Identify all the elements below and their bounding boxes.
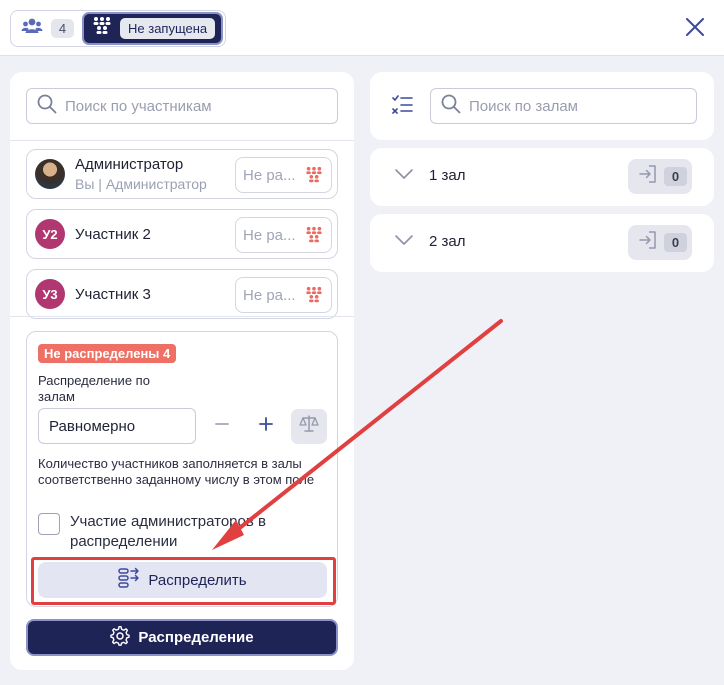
distribution-card: Не распределены 4 Распределение по залам… [26,331,338,607]
participant-role: Вы | Администратор [75,176,207,192]
plus-icon [259,416,273,436]
close-button[interactable] [683,17,707,41]
admins-checkbox-label: Участие администраторов в распределении [70,513,266,550]
search-icon [441,94,461,119]
rooms-search-card [370,72,714,140]
rooms-grid-icon [305,166,323,188]
admins-checkbox[interactable] [38,513,60,535]
avatar: У3 [35,279,65,309]
room-item[interactable]: 1 зал 0 [370,148,714,206]
room-name: 2 зал [429,233,466,250]
participants-count-badge: 4 [51,19,74,38]
participants-search-input[interactable] [65,97,325,115]
distribution-settings-label: Распределение [138,629,254,646]
rooms-grid-icon [92,16,112,41]
header-tab-group: 4 Не запущена [10,10,227,47]
room-item[interactable]: 2 зал 0 [370,214,714,272]
participant-item[interactable]: У3 Участник 3 Не ра... [26,269,338,319]
distribution-mode-label: Распределение по залам [38,373,150,404]
distribute-icon [118,567,140,593]
room-participant-count: 0 [664,233,687,252]
increase-button[interactable] [254,414,278,438]
distribution-settings-button[interactable]: Распределение [26,619,338,656]
room-join-button[interactable]: 0 [628,225,692,260]
room-select-value: Не ра... [243,226,296,244]
chevron-down-icon[interactable] [394,167,414,185]
distribution-mode-select[interactable]: Равномерно [38,408,196,444]
tab-participants[interactable]: 4 [21,11,82,46]
users-icon [21,17,43,40]
participant-item[interactable]: У2 Участник 2 Не ра... [26,209,338,259]
participants-panel: Администратор Вы | Администратор Не ра..… [10,72,354,670]
distribute-button[interactable]: Распределить [38,562,327,598]
divider [10,316,354,317]
avatar: У2 [35,219,65,249]
unassigned-badge: Не распределены 4 [38,344,177,363]
tab-rooms-status[interactable]: Не запущена [82,12,224,45]
enter-room-icon [638,230,658,255]
balance-button[interactable] [291,409,327,444]
room-name: 1 зал [429,167,466,184]
rooms-search[interactable] [430,88,697,124]
participant-item[interactable]: Администратор Вы | Администратор Не ра..… [26,149,338,199]
participant-room-select[interactable]: Не ра... [235,157,332,193]
divider [10,140,354,141]
distribution-hint: Количество участников заполняется в залы… [38,456,315,487]
rooms-grid-icon [305,286,323,308]
distribute-button-label: Распределить [148,571,247,589]
sort-list-icon[interactable] [392,95,414,120]
participants-search[interactable] [26,88,338,124]
participant-room-select[interactable]: Не ра... [235,277,332,313]
enter-room-icon [638,164,658,189]
minus-icon [215,417,229,436]
participant-name: Администратор [75,156,184,173]
search-icon [37,94,57,119]
participant-room-select[interactable]: Не ра... [235,217,332,253]
participant-name: Участник 2 [75,225,151,243]
gear-icon [110,625,131,650]
header: 4 Не запущена [0,0,724,56]
decrease-button[interactable] [210,414,234,438]
rooms-search-input[interactable] [469,97,684,115]
admins-checkbox-row[interactable]: Участие администраторов в распределении [38,512,300,552]
room-join-button[interactable]: 0 [628,159,692,194]
participant-name: Участник 3 [75,285,151,303]
room-select-value: Не ра... [243,166,296,184]
room-select-value: Не ра... [243,286,296,304]
avatar [35,159,65,189]
chevron-down-icon[interactable] [394,233,414,251]
balance-scale-icon [298,414,320,439]
room-participant-count: 0 [664,167,687,186]
rooms-grid-icon [305,226,323,248]
close-icon [686,17,704,41]
session-status-badge: Не запущена [120,18,216,39]
